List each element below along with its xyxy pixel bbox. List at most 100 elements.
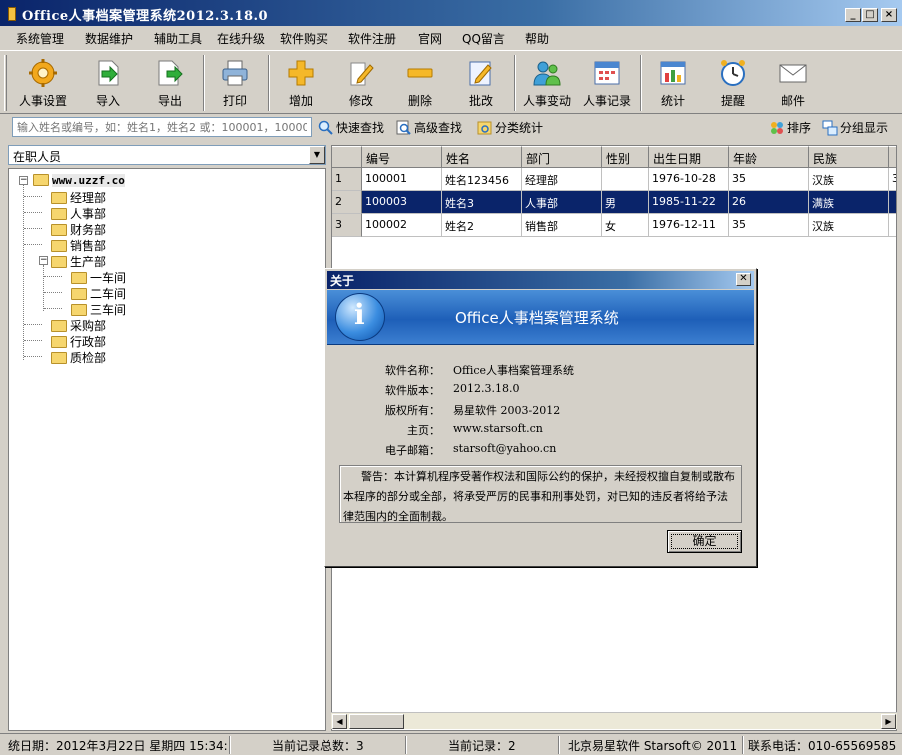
cell-overflow[interactable]: [889, 214, 896, 237]
tree-item[interactable]: 生产部: [51, 253, 106, 269]
cell-name[interactable]: 姓名3: [442, 191, 522, 214]
info-value: www.starsoft.cn: [453, 422, 543, 435]
ok-button[interactable]: 确定: [667, 530, 742, 553]
cell-overflow[interactable]: [889, 191, 896, 214]
menu-upgrade[interactable]: 在线升级: [217, 30, 265, 47]
toolbar-separator: [640, 55, 642, 111]
menu-buy[interactable]: 软件购买: [280, 30, 328, 47]
cell-dept[interactable]: 人事部: [522, 191, 602, 214]
menu-system[interactable]: 系统管理: [16, 30, 64, 47]
sort-button[interactable]: 排序: [769, 119, 811, 136]
cell-id[interactable]: 100002: [362, 214, 442, 237]
cell-nation[interactable]: 汉族: [809, 168, 889, 191]
cell-gender[interactable]: 女: [602, 214, 649, 237]
quick-search-button[interactable]: 快速查找: [318, 119, 384, 136]
search-input[interactable]: [12, 117, 312, 137]
tree-item[interactable]: 二车间: [71, 285, 126, 301]
cell-nation[interactable]: 满族: [809, 191, 889, 214]
cell-dept[interactable]: 经理部: [522, 168, 602, 191]
tree-item[interactable]: 三车间: [71, 301, 126, 317]
cell-age[interactable]: 35: [729, 168, 809, 191]
sort-icon: [769, 120, 785, 136]
tree-item[interactable]: 人事部: [51, 205, 106, 221]
delete-button[interactable]: 删除: [393, 57, 447, 109]
settings-button[interactable]: 人事设置: [14, 57, 72, 109]
cell-name[interactable]: 姓名123456: [442, 168, 522, 191]
personnel-change-button[interactable]: 人事变动: [520, 57, 574, 109]
stats-button[interactable]: 统计: [646, 57, 700, 109]
scroll-right-icon[interactable]: ▶: [881, 714, 896, 729]
cell-birth[interactable]: 1985-11-22: [649, 191, 729, 214]
add-button[interactable]: 增加: [273, 57, 329, 109]
print-button[interactable]: 打印: [208, 57, 262, 109]
menu-tools[interactable]: 辅助工具: [154, 30, 202, 47]
maximize-button[interactable]: □: [862, 8, 878, 22]
cell-age[interactable]: 35: [729, 214, 809, 237]
cell-gender[interactable]: 男: [602, 191, 649, 214]
tree-item[interactable]: 财务部: [51, 221, 106, 237]
column-header[interactable]: 民族: [809, 146, 889, 168]
column-header[interactable]: 部门: [522, 146, 602, 168]
cell-id[interactable]: 100003: [362, 191, 442, 214]
row-number[interactable]: 2: [332, 191, 362, 214]
scroll-thumb[interactable]: [349, 714, 404, 729]
menu-register[interactable]: 软件注册: [348, 30, 396, 47]
tree-item[interactable]: 销售部: [51, 237, 106, 253]
minimize-button[interactable]: _: [845, 8, 861, 22]
menu-help[interactable]: 帮助: [525, 30, 549, 47]
reminder-button[interactable]: 提醒: [706, 57, 760, 109]
cell-age[interactable]: 26: [729, 191, 809, 214]
tree-root[interactable]: www.uzzf.co: [33, 173, 125, 189]
tree-item[interactable]: 采购部: [51, 317, 106, 333]
scroll-left-icon[interactable]: ◀: [332, 714, 347, 729]
column-header[interactable]: 性别: [602, 146, 649, 168]
import-button[interactable]: 导入: [80, 57, 136, 109]
column-header[interactable]: 年龄: [729, 146, 809, 168]
cell-birth[interactable]: 1976-12-11: [649, 214, 729, 237]
info-key: 软件名称：: [385, 364, 440, 377]
dialog-title-bar[interactable]: 关于 ✕: [327, 271, 754, 289]
status-current-record: 当前记录：2: [448, 739, 516, 753]
mail-button[interactable]: 邮件: [766, 57, 820, 109]
grid-corner[interactable]: [332, 146, 362, 168]
tree-item[interactable]: 一车间: [71, 269, 126, 285]
tree-item[interactable]: 质检部: [51, 349, 106, 365]
horizontal-scrollbar[interactable]: ◀ ▶: [331, 712, 897, 729]
row-number[interactable]: 1: [332, 168, 362, 191]
tree-collapse-toggle[interactable]: −: [39, 256, 48, 265]
close-button[interactable]: ×: [881, 8, 897, 22]
advanced-search-button[interactable]: 高级查找: [396, 119, 462, 136]
column-header[interactable]: 出生日期: [649, 146, 729, 168]
column-header[interactable]: 姓名: [442, 146, 522, 168]
cell-name[interactable]: 姓名2: [442, 214, 522, 237]
menu-site[interactable]: 官网: [418, 30, 442, 47]
group-display-button[interactable]: 分组显示: [822, 119, 888, 136]
folder-icon: [33, 174, 49, 186]
tree-collapse-toggle[interactable]: −: [19, 176, 28, 185]
tree-item[interactable]: 经理部: [51, 189, 106, 205]
column-header-overflow[interactable]: [889, 146, 896, 168]
menu-data[interactable]: 数据维护: [85, 30, 133, 47]
cell-nation[interactable]: 汉族: [809, 214, 889, 237]
cell-id[interactable]: 100001: [362, 168, 442, 191]
tree-item[interactable]: 行政部: [51, 333, 106, 349]
cell-dept[interactable]: 销售部: [522, 214, 602, 237]
cell-birth[interactable]: 1976-10-28: [649, 168, 729, 191]
menu-qq[interactable]: QQ留言: [462, 30, 505, 47]
bar-chart-icon: [658, 59, 688, 87]
cell-gender[interactable]: [602, 168, 649, 191]
dialog-close-button[interactable]: ✕: [736, 273, 751, 286]
staff-filter-select[interactable]: 在职人员 ▼: [8, 145, 326, 165]
personnel-change-label: 人事变动: [522, 94, 571, 108]
chevron-down-icon[interactable]: ▼: [309, 146, 325, 164]
row-number[interactable]: 3: [332, 214, 362, 237]
toolbar-grip[interactable]: [4, 55, 7, 111]
batch-edit-button[interactable]: 批改: [454, 57, 508, 109]
personnel-record-button[interactable]: 人事记录: [580, 57, 634, 109]
category-stats-button[interactable]: 分类统计: [477, 119, 543, 136]
export-button[interactable]: 导出: [142, 57, 198, 109]
column-header[interactable]: 编号: [362, 146, 442, 168]
cell-overflow[interactable]: 3: [889, 168, 896, 191]
edit-button[interactable]: 修改: [334, 57, 388, 109]
pencil-icon: [346, 59, 376, 87]
